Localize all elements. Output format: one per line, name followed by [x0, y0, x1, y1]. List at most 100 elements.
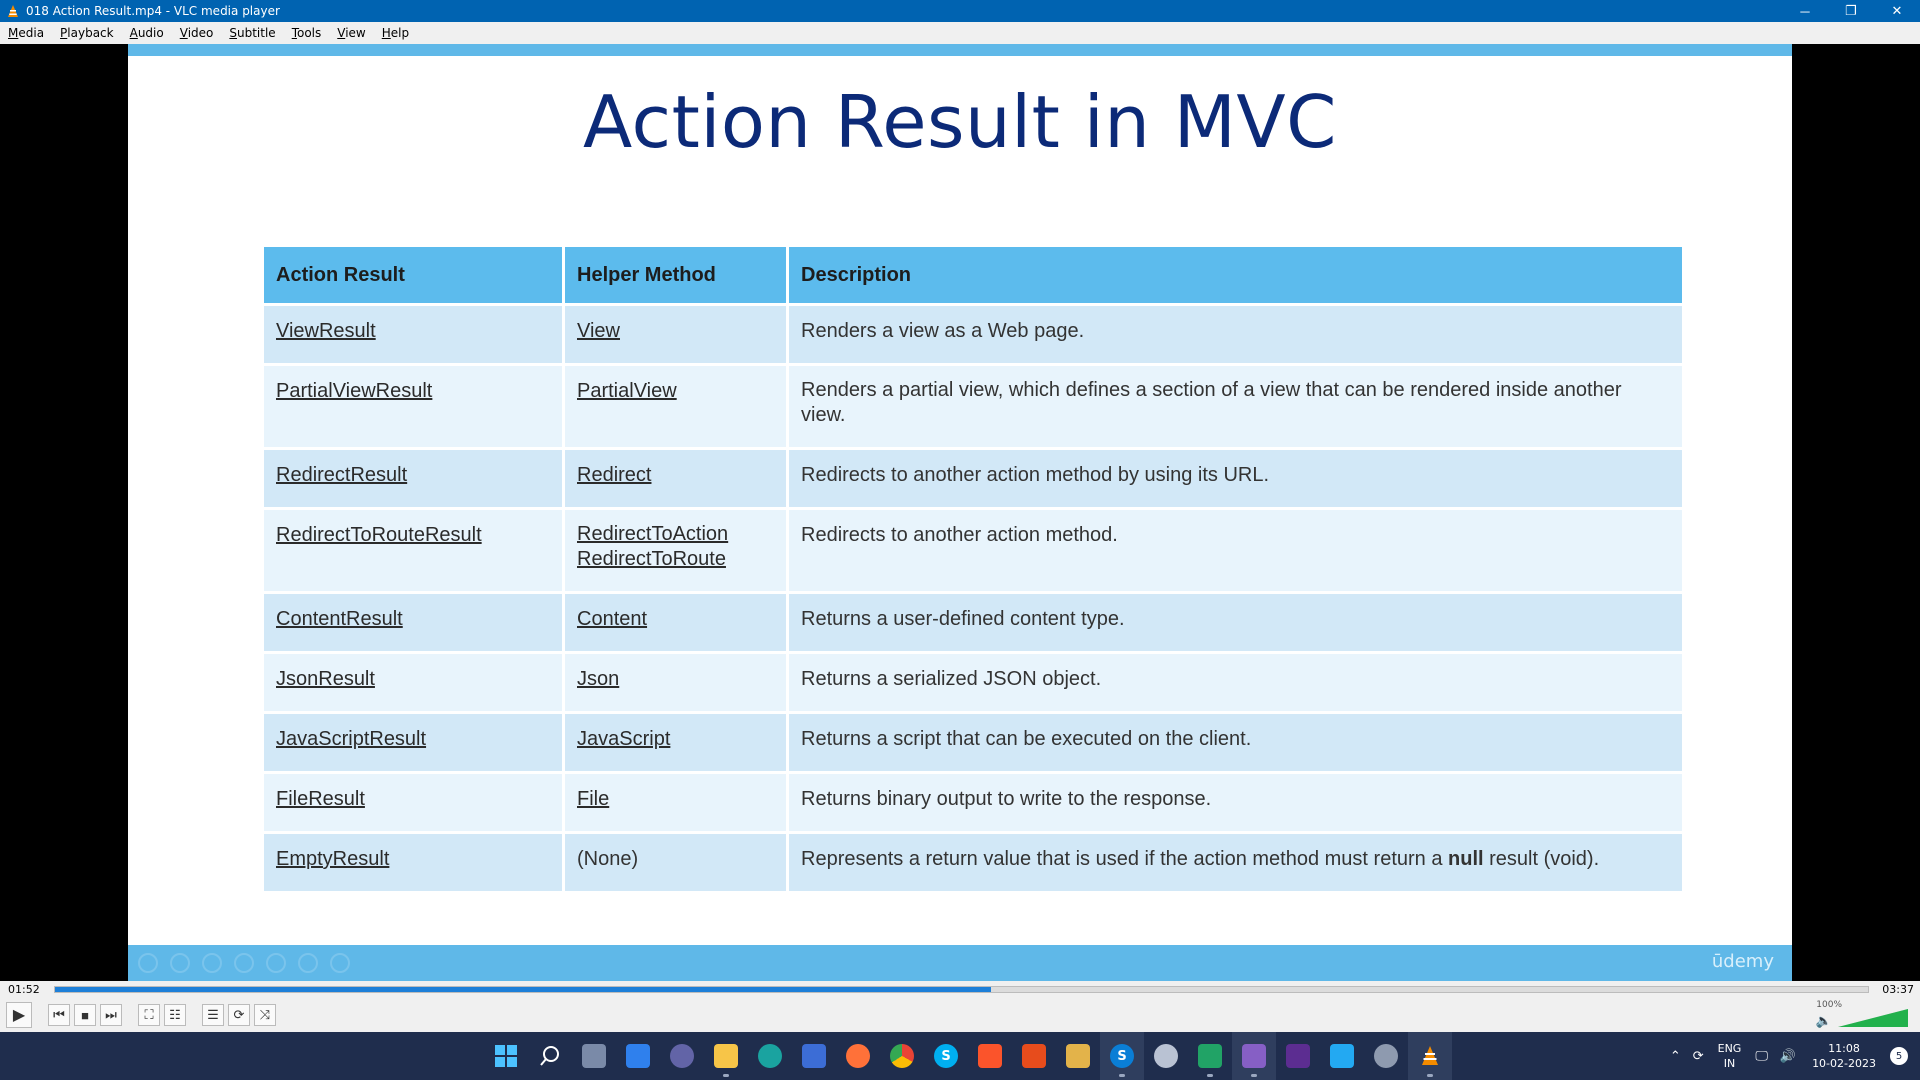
action-result-link: JavaScriptResult — [276, 728, 427, 750]
file-explorer-icon[interactable] — [704, 1032, 748, 1080]
search-icon[interactable] — [528, 1032, 572, 1080]
edge-browser-icon[interactable] — [748, 1032, 792, 1080]
table-row: ViewResult View Renders a view as a Web … — [264, 303, 1682, 363]
shuffle-button[interactable]: ⤨ — [254, 1004, 276, 1026]
slide-top-band — [128, 44, 1792, 56]
helper-method-link: Redirect — [577, 464, 652, 486]
language-indicator[interactable]: ENG IN — [1718, 1041, 1742, 1071]
task-view-icon[interactable] — [572, 1032, 616, 1080]
table-row: EmptyResult (None) Represents a return v… — [264, 831, 1682, 891]
vscode-icon[interactable] — [1320, 1032, 1364, 1080]
helper-method-link: RedirectToRoute — [577, 548, 726, 570]
clock[interactable]: 11:08 10-02-2023 — [1812, 1041, 1876, 1071]
row-description: Returns a script that can be executed on… — [786, 714, 1682, 771]
slide-title: Action Result in MVC — [583, 80, 1337, 164]
row-description: Redirects to another action method. — [786, 510, 1682, 591]
menu-video[interactable]: Video — [172, 22, 222, 44]
helper-method-link: View — [577, 320, 620, 342]
stop-button[interactable]: ■ — [74, 1004, 96, 1026]
action-result-link: PartialViewResult — [276, 380, 433, 402]
helper-method-link: JavaScript — [577, 728, 671, 750]
fullscreen-button[interactable]: ⛶ — [138, 1004, 160, 1026]
action-result-link: ViewResult — [276, 320, 376, 342]
menu-view[interactable]: View — [329, 22, 373, 44]
minimize-button[interactable]: ─ — [1782, 0, 1828, 22]
row-description: Returns binary output to write to the re… — [786, 774, 1682, 831]
header-action-result: Action Result — [264, 247, 562, 303]
next-button[interactable]: ⏭ — [100, 1004, 122, 1026]
slide: Action Result in MVC Action Result Helpe… — [128, 44, 1792, 981]
menu-audio[interactable]: Audio — [122, 22, 172, 44]
menu-playback[interactable]: Playback — [52, 22, 122, 44]
playlist-button[interactable]: ☰ — [202, 1004, 224, 1026]
volume-slider[interactable] — [1838, 1009, 1908, 1027]
row-description: Redirects to another action method by us… — [786, 450, 1682, 507]
seek-bar[interactable] — [54, 986, 1869, 993]
clock-time: 11:08 — [1828, 1042, 1860, 1055]
store-icon[interactable] — [792, 1032, 836, 1080]
notification-badge[interactable]: 5 — [1890, 1047, 1908, 1065]
chevron-up-icon[interactable]: ⌃ — [1670, 1049, 1681, 1064]
slides-icon — [234, 953, 254, 973]
spreadsheet-icon[interactable] — [1188, 1032, 1232, 1080]
sync-icon[interactable]: ⟳ — [1693, 1049, 1704, 1064]
taskbar: S S ⌃ ⟳ ENG IN 🖵 🔊 11:08 10-02-2023 5 — [0, 1032, 1920, 1080]
helper-method-link: Json — [577, 668, 620, 690]
chrome-icon[interactable] — [880, 1032, 924, 1080]
table-row: RedirectResult Redirect Redirects to ano… — [264, 447, 1682, 507]
next-slide-icon — [170, 953, 190, 973]
close-button[interactable]: ✕ — [1874, 0, 1920, 22]
folder-tool-icon[interactable] — [1056, 1032, 1100, 1080]
action-result-link: ContentResult — [276, 608, 403, 630]
control-bar: ▶ ⏮ ■ ⏭ ⛶ ☷ ☰ ⟳ ⤨ 100% 🔈 — [0, 999, 1920, 1032]
action-result-link: JsonResult — [276, 668, 375, 690]
window-title: 018 Action Result.mp4 - VLC media player — [26, 4, 280, 18]
loop-button[interactable]: ⟳ — [228, 1004, 250, 1026]
menu-subtitle[interactable]: Subtitle — [221, 22, 283, 44]
skype-icon[interactable]: S — [924, 1032, 968, 1080]
visual-studio-2019-icon[interactable] — [1232, 1032, 1276, 1080]
table-row: ContentResult Content Returns a user-def… — [264, 591, 1682, 651]
network-icon[interactable]: 🖵 — [1755, 1049, 1768, 1064]
sql-server-icon[interactable] — [1144, 1032, 1188, 1080]
menu-media[interactable]: Media — [0, 22, 52, 44]
header-helper-method: Helper Method — [562, 247, 786, 303]
speaker-icon[interactable]: 🔈 — [1816, 1013, 1832, 1029]
table-row: JsonResult Json Returns a serialized JSO… — [264, 651, 1682, 711]
menu-help[interactable]: Help — [374, 22, 417, 44]
extended-settings-button[interactable]: ☷ — [164, 1004, 186, 1026]
pointer-icon — [298, 953, 318, 973]
play-button[interactable]: ▶ — [6, 1002, 32, 1028]
action-result-table: Action Result Helper Method Description … — [264, 244, 1682, 891]
brave-icon[interactable] — [968, 1032, 1012, 1080]
visual-studio-icon[interactable] — [1276, 1032, 1320, 1080]
action-result-link: FileResult — [276, 788, 365, 810]
previous-button[interactable]: ⏮ — [48, 1004, 70, 1026]
total-time: 03:37 — [1882, 983, 1914, 996]
table-row: JavaScriptResult JavaScript Returns a sc… — [264, 711, 1682, 771]
firefox-icon[interactable] — [836, 1032, 880, 1080]
zoom-icon — [266, 953, 286, 973]
vlc-taskbar-icon[interactable] — [1408, 1032, 1452, 1080]
table-header-row: Action Result Helper Method Description — [264, 244, 1682, 303]
udemy-logo: ūdemy — [1711, 951, 1774, 972]
helper-method-link: RedirectToAction — [577, 523, 729, 545]
more-icon — [330, 953, 350, 973]
skype-business-icon[interactable]: S — [1100, 1032, 1144, 1080]
volume-icon[interactable]: 🔊 — [1780, 1049, 1796, 1064]
action-result-link: RedirectToRouteResult — [276, 524, 482, 546]
widgets-icon[interactable] — [616, 1032, 660, 1080]
windows-start-icon[interactable] — [484, 1032, 528, 1080]
restore-button[interactable]: ❐ — [1828, 0, 1874, 22]
menu-tools[interactable]: Tools — [284, 22, 330, 44]
teams-chat-icon[interactable] — [660, 1032, 704, 1080]
table-row: PartialViewResult PartialView Renders a … — [264, 363, 1682, 447]
video-area[interactable]: Action Result in MVC Action Result Helpe… — [0, 44, 1920, 981]
helper-method-link: File — [577, 788, 610, 810]
settings-gear-icon[interactable] — [1364, 1032, 1408, 1080]
row-description: Renders a partial view, which defines a … — [786, 366, 1682, 447]
table-row: RedirectToRouteResult RedirectToAction R… — [264, 507, 1682, 591]
office-icon[interactable] — [1012, 1032, 1056, 1080]
vlc-cone-icon — [8, 5, 18, 17]
seek-bar-progress — [55, 987, 991, 992]
